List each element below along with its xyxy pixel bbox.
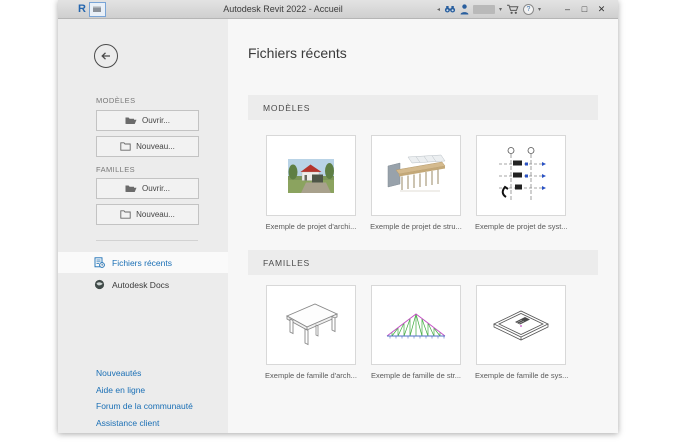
window-title: Autodesk Revit 2022 - Accueil	[223, 4, 343, 14]
user-account-icon[interactable]	[460, 4, 469, 15]
families-open-label: Ouvrir...	[141, 184, 170, 193]
new-file-icon	[120, 210, 131, 219]
structure-project-thumbnail	[387, 154, 446, 191]
help-icon[interactable]: ?	[522, 4, 534, 15]
system-family-thumbnail	[493, 310, 549, 341]
tile-structure-project: Exemple de projet de stru...	[370, 135, 462, 231]
maximize-button[interactable]: □	[578, 2, 591, 17]
user-name-redacted	[472, 5, 495, 14]
back-button[interactable]	[94, 44, 118, 68]
recent-files-label: Fichiers récents	[112, 257, 172, 268]
folder-open-icon	[125, 185, 137, 192]
architecture-project-thumbnail	[288, 158, 334, 193]
card-caption: Exemple de famille de str...	[370, 371, 462, 380]
arrow-left-icon	[101, 52, 110, 60]
main-content: Fichiers récents MODÈLES Exemple de proj…	[228, 19, 618, 433]
page-title: Fichiers récents	[248, 45, 347, 61]
card-caption: Exemple de famille d'arch...	[265, 371, 357, 380]
models-new-label: Nouveau...	[136, 142, 175, 151]
card-structure-project[interactable]	[371, 135, 461, 216]
card-caption: Exemple de projet de stru...	[370, 222, 462, 231]
models-section-label: MODÈLES	[263, 102, 311, 113]
sidebar: MODÈLES Ouvrir... Nouveau... FAMILLES Ou…	[58, 19, 228, 433]
sidebar-families-label: FAMILLES	[96, 165, 136, 174]
card-caption: Exemple de projet de syst...	[475, 222, 568, 231]
card-archi-project[interactable]	[266, 135, 356, 216]
families-cards-row: Exemple de famille d'arch... Exemple de …	[265, 285, 569, 380]
models-new-button[interactable]: Nouveau...	[96, 136, 199, 157]
autodesk-docs-label: Autodesk Docs	[112, 279, 170, 290]
tile-archi-family: Exemple de famille d'arch...	[265, 285, 357, 380]
tile-system-family: Exemple de famille de sys...	[475, 285, 569, 380]
card-system-family[interactable]	[476, 285, 566, 365]
minimize-button[interactable]: –	[561, 2, 574, 17]
home-toggle-icon[interactable]	[88, 1, 106, 17]
link-aide-en-ligne[interactable]: Aide en ligne	[96, 385, 145, 395]
folder-open-icon	[125, 117, 137, 124]
families-open-button[interactable]: Ouvrir...	[96, 178, 199, 199]
sidebar-models-label: MODÈLES	[96, 96, 136, 105]
close-button[interactable]: ✕	[595, 2, 608, 17]
link-forum-communaute[interactable]: Forum de la communauté	[96, 401, 193, 411]
store-cart-icon[interactable]	[506, 4, 519, 15]
sidebar-item-recent-files[interactable]: Fichiers récents	[58, 252, 228, 273]
title-bar: R Autodesk Revit 2022 - Accueil ◂ ▾ ? ▾ …	[58, 0, 618, 19]
toolbar-collapse-icon[interactable]: ◂	[437, 5, 440, 15]
tile-structure-family: Exemple de famille de str...	[370, 285, 462, 380]
account-dropdown-icon[interactable]: ▾	[499, 5, 502, 15]
recent-files-icon	[94, 257, 105, 268]
families-section-header: FAMILLES	[248, 250, 598, 275]
card-structure-family[interactable]	[371, 285, 461, 365]
models-cards-row: Exemple de projet d'archi... Exemple de …	[265, 135, 568, 231]
architecture-family-thumbnail	[285, 303, 339, 346]
card-archi-family[interactable]	[266, 285, 356, 365]
autodesk-docs-globe-icon	[94, 279, 105, 290]
search-icon[interactable]	[444, 5, 456, 14]
card-system-project[interactable]	[476, 135, 566, 216]
link-assistance-client[interactable]: Assistance client	[96, 418, 159, 428]
families-section-label: FAMILLES	[263, 257, 311, 268]
tile-system-project: Exemple de projet de syst...	[475, 135, 568, 231]
card-caption: Exemple de projet d'archi...	[265, 222, 357, 231]
families-new-label: Nouveau...	[136, 210, 175, 219]
revit-home-window: R Autodesk Revit 2022 - Accueil ◂ ▾ ? ▾ …	[58, 0, 618, 433]
new-file-icon	[120, 142, 131, 151]
sidebar-item-autodesk-docs[interactable]: Autodesk Docs	[58, 274, 228, 295]
models-open-label: Ouvrir...	[141, 116, 170, 125]
home-glyph-icon	[93, 6, 102, 12]
models-section-header: MODÈLES	[248, 95, 598, 120]
link-nouveautes[interactable]: Nouveautés	[96, 368, 141, 378]
tile-archi-project: Exemple de projet d'archi...	[265, 135, 357, 231]
help-dropdown-icon[interactable]: ▾	[538, 5, 541, 15]
revit-logo-icon[interactable]: R	[78, 1, 86, 17]
sidebar-divider	[96, 240, 198, 241]
structure-family-thumbnail	[386, 313, 446, 339]
families-new-button[interactable]: Nouveau...	[96, 204, 199, 225]
system-project-thumbnail	[499, 146, 546, 202]
models-open-button[interactable]: Ouvrir...	[96, 110, 199, 131]
card-caption: Exemple de famille de sys...	[475, 371, 569, 380]
